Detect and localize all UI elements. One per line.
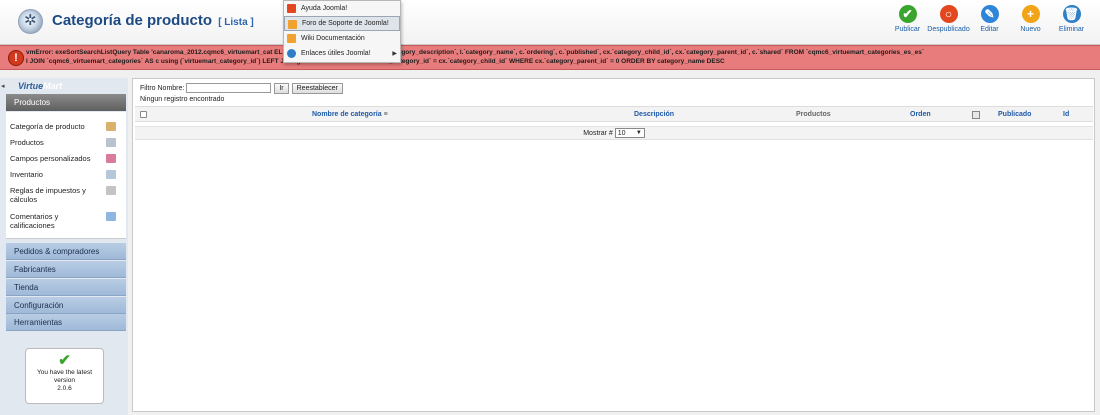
help-dropdown-menu: Ayuda Joomla! Foro de Soporte de Joomla! W…: [283, 0, 401, 63]
toolbar-button-label: Editar: [980, 26, 999, 33]
column-header-description[interactable]: Descripción: [634, 111, 674, 118]
sidebar-item-label: Reglas de impuestos y cálculos: [10, 186, 86, 204]
submenu-arrow-icon: ▶: [392, 51, 397, 57]
error-text: vmError: exeSortSearchListQuery Table 'c…: [26, 48, 1094, 66]
version-number: 2.0.6: [57, 385, 72, 392]
column-header-name-label: Nombre de categoría: [312, 111, 382, 118]
shared-icon: [972, 111, 980, 119]
toolbar-button-label: Eliminar: [1058, 26, 1085, 33]
virtuemart-logo: VirtueMart: [8, 81, 120, 94]
check-icon: ✔: [898, 5, 917, 23]
trash-icon: 🗑: [1062, 5, 1081, 23]
sidebar-item-custom-fields[interactable]: Campos personalizados: [10, 154, 122, 163]
main-content: Filtro Nombre: Ir Reestablecer Ningun re…: [132, 78, 1095, 412]
check-icon: ✔: [58, 352, 71, 369]
sidebar-item-inventory[interactable]: Inventario: [10, 170, 122, 179]
toolbar-button-editar[interactable]: ✎ Editar: [971, 5, 1008, 39]
joomla-icon: [287, 4, 296, 13]
category-icon: [106, 122, 116, 131]
dropdown-item-label: Enlaces útiles Joomla!: [301, 50, 371, 57]
filter-label: Filtro Nombre:: [140, 84, 185, 92]
sidebar-item-tax[interactable]: Reglas de impuestos y cálculos: [10, 186, 122, 204]
sort-icon: ≡: [383, 111, 388, 118]
dropdown-item-label: Foro de Soporte de Joomla!: [302, 20, 389, 27]
sidebar-item-label: Campos personalizados: [10, 154, 91, 163]
collapse-sidebar-icon[interactable]: ◂: [1, 82, 5, 90]
column-header-id[interactable]: Id: [1063, 111, 1069, 118]
column-header-published[interactable]: Publicado: [998, 111, 1031, 118]
page-title: Categoría de producto [ Lista ]: [52, 12, 254, 29]
new-icon: +: [1021, 5, 1040, 23]
sidebar-item-comments[interactable]: Comentarios y calificaciones: [10, 212, 122, 230]
sidebar: ◂ VirtueMart Productos Categoría de prod…: [0, 78, 128, 415]
edit-icon: ✎: [980, 5, 999, 23]
virtuemart-logo-icon: ✲: [18, 9, 43, 34]
show-count-select[interactable]: 10 ▼: [614, 128, 645, 138]
dropdown-item-label: Wiki Documentación: [301, 35, 365, 42]
sidebar-section-4[interactable]: Configuración: [6, 297, 126, 314]
wiki-icon: [287, 34, 296, 43]
dropdown-item-wiki[interactable]: Wiki Documentación: [284, 31, 400, 46]
toolbar-button-eliminar[interactable]: 🗑 Eliminar: [1053, 5, 1090, 39]
toolbar: ✔ Publicar ○ Despublicado ✎ Editar + Nuevo 🗑 Elim…: [885, 5, 1090, 39]
logo-text-part2: Mart: [43, 81, 63, 91]
toolbar-button-publicar[interactable]: ✔ Publicar: [889, 5, 926, 39]
dropdown-item-joomla[interactable]: Ayuda Joomla!: [284, 1, 400, 16]
sidebar-section-3[interactable]: Tienda: [6, 279, 126, 296]
unpublish-icon: ○: [939, 5, 958, 23]
products-menu-panel: Categoría de producto Productos Campos per…: [6, 112, 126, 239]
version-status-box: ✔ You have the latest version 2.0.6: [25, 348, 104, 404]
toolbar-button-label: Nuevo: [1020, 26, 1041, 33]
sidebar-item-label: Inventario: [10, 170, 43, 179]
toolbar-button-label: Despublicado: [927, 26, 970, 33]
tax-icon: [106, 186, 116, 195]
sidebar-section-5[interactable]: Herramientas: [6, 314, 126, 331]
toolbar-button-label: Publicar: [894, 26, 921, 33]
header: ✲ Categoría de producto [ Lista ] ✔ Publi…: [0, 0, 1100, 45]
select-all-checkbox[interactable]: [140, 111, 147, 118]
filter-bar: Filtro Nombre: Ir Reestablecer: [140, 82, 343, 94]
toolbar-button-nuevo[interactable]: + Nuevo: [1012, 5, 1049, 39]
virtuemart-logo-text: VirtueMart: [18, 81, 62, 91]
products-icon: [106, 138, 116, 147]
sidebar-item-label: Productos: [10, 138, 44, 147]
sidebar-section-1[interactable]: Pedidos & compradores: [6, 243, 126, 260]
error-message-bar: ! vmError: exeSortSearchListQuery Table …: [0, 45, 1100, 70]
column-header-products: Productos: [796, 111, 831, 118]
table-header: Nombre de categoría ≡ Descripción Product…: [135, 106, 1093, 122]
forum-icon: [288, 20, 297, 29]
show-count-value: 10: [617, 130, 626, 137]
no-records-message: Ningun registro encontrado: [140, 96, 225, 103]
column-header-name[interactable]: Nombre de categoría ≡: [312, 111, 388, 118]
custom-fields-icon: [106, 154, 116, 163]
comments-icon: [106, 212, 116, 221]
toolbar-button-despublicado[interactable]: ○ Despublicado: [927, 5, 970, 39]
error-icon: !: [8, 50, 24, 66]
logo-text-part1: Virtue: [18, 81, 44, 91]
dropdown-item-label: Ayuda Joomla!: [301, 5, 348, 12]
reset-button[interactable]: Reestablecer: [291, 82, 343, 94]
sidebar-item-category[interactable]: Categoría de producto: [10, 122, 122, 131]
column-header-order[interactable]: Orden: [910, 111, 931, 118]
show-count-label: Mostrar #: [583, 129, 613, 137]
sidebar-section-2[interactable]: Fabricantes: [6, 261, 126, 278]
version-line-2: version: [54, 377, 75, 384]
filter-name-input[interactable]: [186, 83, 272, 93]
error-line-1: vmError: exeSortSearchListQuery Table 'c…: [26, 49, 925, 56]
error-line-2: l JOIN `cqmc6_virtuemart_categories` AS …: [26, 58, 725, 65]
go-button[interactable]: Ir: [274, 82, 289, 94]
dropdown-item-forum[interactable]: Foro de Soporte de Joomla!: [284, 16, 400, 31]
pagination-footer: Mostrar # 10 ▼: [135, 126, 1093, 140]
page-subtitle: [ Lista ]: [218, 17, 254, 28]
links-icon: [287, 49, 296, 58]
inventory-icon: [106, 170, 116, 179]
sidebar-item-label: Categoría de producto: [10, 122, 85, 131]
dropdown-item-links[interactable]: Enlaces útiles Joomla! ▶: [284, 46, 400, 61]
sidebar-item-label: Comentarios y calificaciones: [10, 212, 59, 230]
page-title-text: Categoría de producto: [52, 12, 213, 29]
chevron-down-icon: ▼: [635, 130, 642, 136]
sidebar-section-productos[interactable]: Productos: [6, 94, 126, 111]
version-line-1: You have the latest: [36, 369, 93, 376]
sidebar-item-products[interactable]: Productos: [10, 138, 122, 147]
